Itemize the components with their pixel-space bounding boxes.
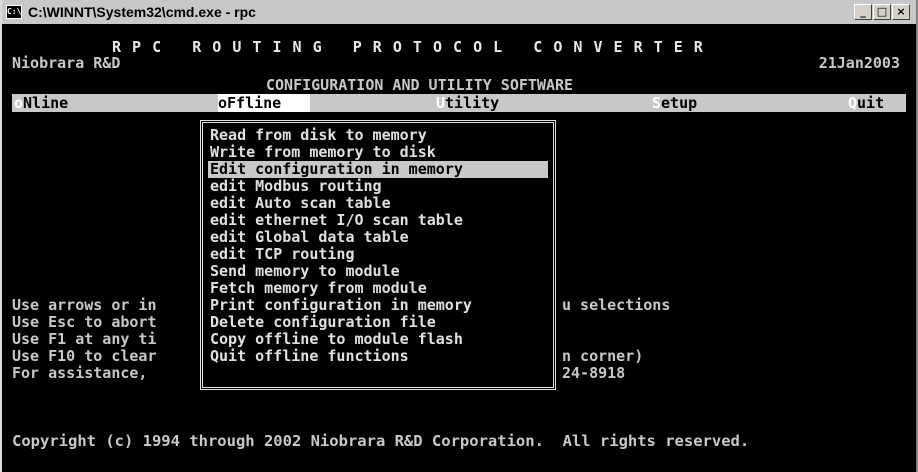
menu-utility-label: tility: [445, 94, 500, 112]
console-window: C:\ C:\WINNT\System32\cmd.exe - rpc _ □ …: [0, 0, 918, 472]
window-title: C:\WINNT\System32\cmd.exe - rpc: [28, 4, 256, 20]
help-line-5-left: For assistance,: [12, 364, 148, 382]
menu-setup-label: etup: [661, 94, 698, 112]
menu-bar: oNline oFfline Utility Setup Quit: [12, 94, 906, 112]
menu-setup-hotkey: S: [652, 94, 662, 112]
menu-utility-hotkey: U: [436, 94, 446, 112]
offline-dropdown-menu: Read from disk to memory Write from memo…: [200, 120, 556, 390]
menu-online-hotkey: o: [14, 94, 24, 112]
maximize-button[interactable]: □: [873, 4, 891, 20]
help-line-4-left: Use F10 to clear: [12, 347, 157, 365]
menu-offline-hotkey: o: [218, 94, 228, 112]
header-date: 21Jan2003: [818, 54, 900, 72]
menu-offline[interactable]: oFfline: [218, 94, 310, 112]
menu-quit[interactable]: Quit: [848, 94, 884, 112]
menu-option-read-disk[interactable]: Read from disk to memory: [210, 127, 431, 144]
menu-option-edit-modbus[interactable]: edit Modbus routing: [210, 178, 386, 195]
menu-quit-hotkey: Q: [848, 94, 858, 112]
menu-option-edit-ethernet-io[interactable]: edit ethernet I/O scan table: [210, 212, 467, 229]
menu-utility[interactable]: Utility: [436, 94, 499, 112]
help-line-4-right: n corner): [562, 347, 644, 365]
menu-online-label: Nline: [23, 94, 69, 112]
menu-option-print-configuration[interactable]: Print configuration in memory: [210, 297, 476, 314]
help-line-2-left: Use Esc to abort: [12, 313, 157, 331]
console-area[interactable]: R P C R O U T I N G P R O T O C O L C O …: [4, 24, 914, 470]
menu-option-write-disk[interactable]: Write from memory to disk: [210, 144, 440, 161]
title-bar[interactable]: C:\ C:\WINNT\System32\cmd.exe - rpc _ □ …: [2, 0, 916, 24]
close-button[interactable]: ×: [892, 4, 910, 20]
window-controls: _ □ ×: [853, 4, 910, 20]
help-line-1-right: u selections: [562, 296, 671, 314]
copyright-notice: Copyright (c) 1994 through 2002 Niobrara…: [12, 432, 750, 450]
menu-option-edit-auto-scan[interactable]: edit Auto scan table: [210, 195, 395, 212]
menu-option-quit-offline[interactable]: Quit offline functions: [210, 348, 413, 365]
menu-option-delete-file[interactable]: Delete configuration file: [210, 314, 440, 331]
menu-online[interactable]: oNline: [14, 94, 68, 112]
company-name: Niobrara R&D: [12, 54, 121, 72]
help-line-1-left: Use arrows or in: [12, 296, 157, 314]
menu-setup[interactable]: Setup: [652, 94, 697, 112]
menu-option-edit-configuration[interactable]: Edit configuration in memory: [208, 161, 548, 178]
help-line-3-left: Use F1 at any ti: [12, 330, 157, 348]
console-app-icon[interactable]: C:\: [6, 5, 22, 19]
help-line-5-right: 24-8918: [562, 364, 626, 382]
menu-option-send-memory[interactable]: Send memory to module: [210, 263, 404, 280]
menu-option-fetch-memory[interactable]: Fetch memory from module: [210, 280, 431, 297]
subtitle: CONFIGURATION AND UTILITY SOFTWARE: [266, 76, 574, 94]
menu-quit-label: uit: [857, 94, 885, 112]
menu-option-edit-global-data[interactable]: edit Global data table: [210, 229, 413, 246]
menu-option-copy-flash[interactable]: Copy offline to module flash: [210, 331, 467, 348]
menu-offline-label: Ffline: [227, 94, 282, 112]
menu-option-edit-tcp[interactable]: edit TCP routing: [210, 246, 359, 263]
minimize-button[interactable]: _: [854, 4, 872, 20]
